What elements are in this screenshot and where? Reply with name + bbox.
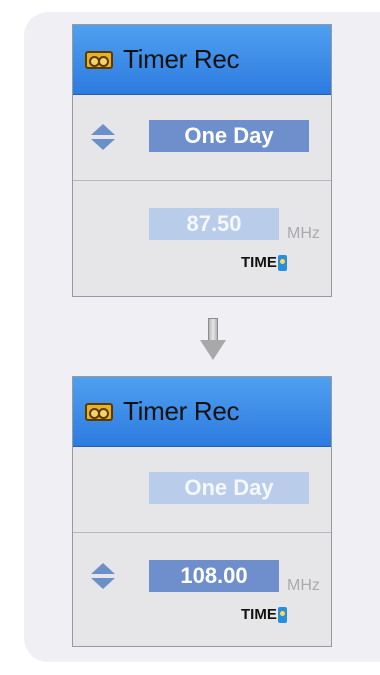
tape-icon (85, 50, 113, 69)
mode-row[interactable]: One Day (73, 447, 331, 533)
timer-clock-icon (277, 254, 287, 271)
title-bar: Timer Rec (73, 25, 331, 95)
screen-title: Timer Rec (123, 44, 240, 74)
mode-value[interactable]: One Day (149, 472, 309, 504)
frequency-row[interactable]: 108.00 MHz TIME (73, 533, 331, 645)
frequency-value[interactable]: 87.50 (149, 208, 279, 240)
up-down-selector-icon[interactable] (91, 124, 115, 150)
timer-clock-icon (277, 606, 287, 623)
time-indicator: TIME (241, 606, 287, 623)
timer-rec-screen-after: Timer Rec One Day 108.00 MHz TIME (72, 376, 332, 647)
arrow-down-icon (200, 318, 226, 362)
frequency-unit: MHz (287, 577, 320, 594)
time-label: TIME (241, 254, 277, 271)
mode-value[interactable]: One Day (149, 120, 309, 152)
frequency-unit: MHz (287, 225, 320, 242)
up-down-selector-icon[interactable] (91, 563, 115, 589)
time-indicator: TIME (241, 254, 287, 271)
tape-icon (85, 402, 113, 421)
time-label: TIME (241, 606, 277, 623)
frequency-row[interactable]: 87.50 MHz TIME (73, 181, 331, 296)
title-bar: Timer Rec (73, 377, 331, 447)
frequency-value[interactable]: 108.00 (149, 560, 279, 592)
timer-rec-screen-before: Timer Rec One Day 87.50 MHz TIME (72, 24, 332, 297)
mode-row[interactable]: One Day (73, 95, 331, 181)
screen-title: Timer Rec (123, 396, 240, 426)
